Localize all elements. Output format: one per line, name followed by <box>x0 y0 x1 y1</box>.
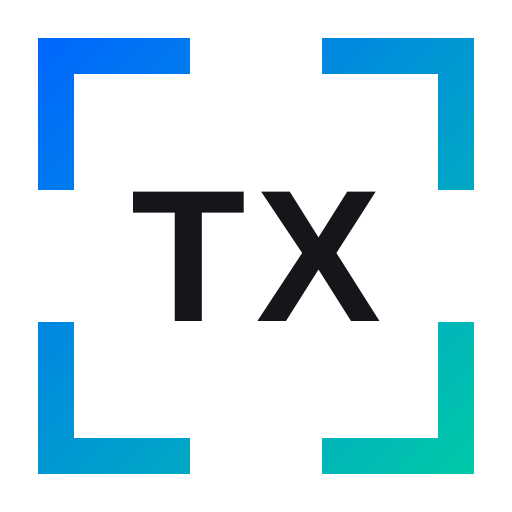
logo-canvas: TX <box>0 0 512 512</box>
logo-wordmark: TX <box>130 151 392 361</box>
